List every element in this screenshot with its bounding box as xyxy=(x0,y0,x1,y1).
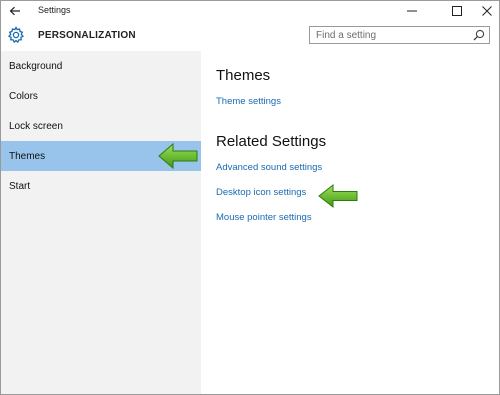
page-header: PERSONALIZATION xyxy=(1,21,499,51)
sidebar-item-colors[interactable]: Colors xyxy=(1,81,201,111)
close-button[interactable] xyxy=(472,1,499,21)
sidebar-item-lock-screen[interactable]: Lock screen xyxy=(1,111,201,141)
sidebar-item-label: Lock screen xyxy=(9,121,63,132)
minimize-button[interactable] xyxy=(397,1,427,21)
sidebar-item-background[interactable]: Background xyxy=(1,51,201,81)
theme-settings-link[interactable]: Theme settings xyxy=(216,96,281,107)
page-title: PERSONALIZATION xyxy=(38,30,136,41)
themes-heading: Themes xyxy=(216,67,271,84)
maximize-button[interactable] xyxy=(442,1,472,21)
maximize-icon xyxy=(452,6,462,16)
sidebar-item-label: Colors xyxy=(9,91,38,102)
main-content: Themes Theme settings Related Settings A… xyxy=(201,51,499,394)
green-arrow-icon xyxy=(158,142,198,170)
back-button[interactable] xyxy=(5,2,25,20)
search-input[interactable] xyxy=(310,27,465,43)
sidebar-item-start[interactable]: Start xyxy=(1,171,201,201)
mouse-pointer-settings-link[interactable]: Mouse pointer settings xyxy=(216,212,312,223)
close-icon xyxy=(482,6,492,16)
minimize-icon xyxy=(407,10,417,12)
sidebar: Background Colors Lock screen Themes Sta… xyxy=(1,51,201,394)
green-arrow-icon xyxy=(318,183,358,209)
back-arrow-icon xyxy=(9,6,20,16)
window-title: Settings xyxy=(38,5,71,15)
gear-icon xyxy=(7,26,25,44)
settings-window: Settings PERSONALIZATION Find a setting … xyxy=(0,0,500,395)
sidebar-item-label: Start xyxy=(9,181,31,192)
related-settings-heading: Related Settings xyxy=(216,133,327,150)
desktop-icon-settings-link[interactable]: Desktop icon settings xyxy=(216,187,306,198)
sidebar-item-label: Themes xyxy=(9,151,46,162)
search-icon[interactable] xyxy=(473,29,485,41)
advanced-sound-settings-link[interactable]: Advanced sound settings xyxy=(216,162,322,173)
title-bar: Settings xyxy=(1,1,499,21)
search-box[interactable] xyxy=(309,26,490,44)
sidebar-item-label: Background xyxy=(9,61,63,72)
